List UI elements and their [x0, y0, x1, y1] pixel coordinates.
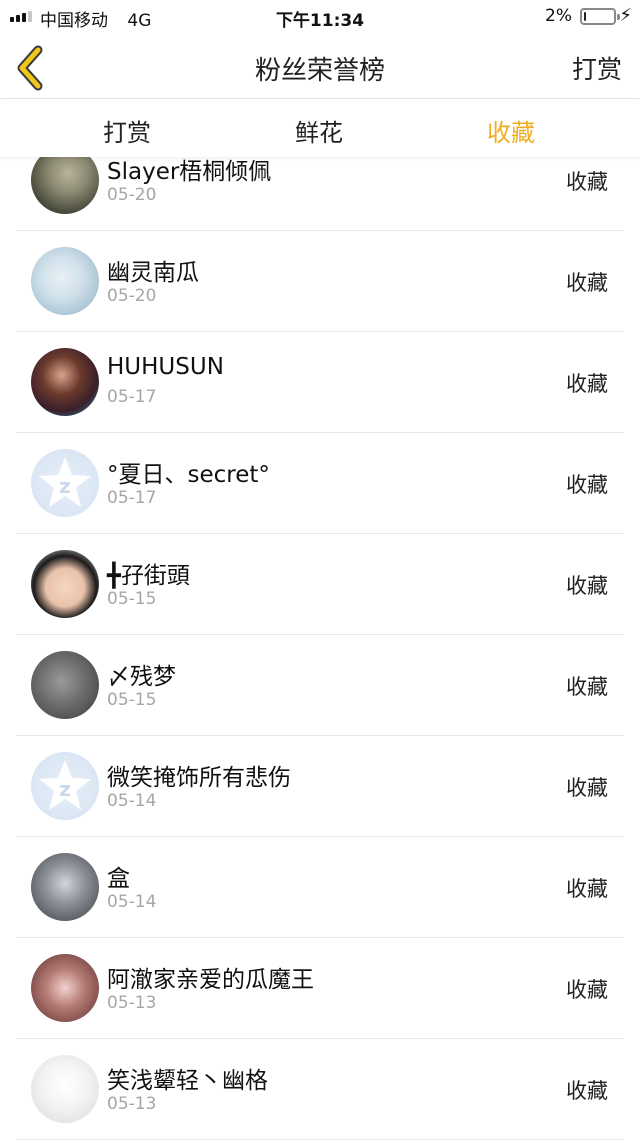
default-avatar-icon: z: [39, 457, 91, 507]
avatar[interactable]: [31, 954, 99, 1022]
fan-date: 05-14: [107, 791, 157, 811]
fan-row[interactable]: 〆残梦 05-15 收藏: [16, 635, 624, 736]
battery-level: [584, 12, 586, 21]
fan-row[interactable]: 笑浅颦轻丶幽格 05-13 收藏: [16, 1039, 624, 1140]
favorite-label: 收藏: [566, 675, 608, 699]
avatar[interactable]: [31, 550, 99, 618]
fan-date: 05-17: [107, 488, 157, 508]
tab-reward[interactable]: 打赏: [47, 113, 207, 148]
fan-row[interactable]: 幽灵南瓜 05-20 收藏: [16, 231, 624, 332]
reward-button[interactable]: 打赏: [572, 50, 622, 86]
favorite-label: 收藏: [566, 776, 608, 800]
avatar[interactable]: [31, 348, 99, 416]
page-title: 粉丝荣誉榜: [254, 56, 385, 86]
svg-text:z: z: [59, 474, 71, 498]
charging-icon: ⚡: [619, 5, 632, 26]
fan-name: 微笑掩饰所有悲伤: [107, 765, 291, 791]
fan-row[interactable]: z °夏日、secret° 05-17 收藏: [16, 433, 624, 534]
fan-name: °夏日、secret°: [107, 462, 270, 488]
tab-flowers[interactable]: 鲜花: [239, 113, 399, 148]
favorite-label: 收藏: [566, 271, 608, 295]
fan-date: 05-20: [107, 286, 157, 306]
fan-name: 阿澈家亲爱的瓜魔王: [107, 967, 314, 993]
fan-date: 05-17: [107, 387, 157, 407]
tab-bar: 打赏 鲜花 收藏: [0, 99, 640, 157]
fan-name: ╋孖街頭: [107, 563, 190, 589]
favorite-label: 收藏: [566, 372, 608, 396]
fan-date: 05-15: [107, 690, 157, 710]
fan-name: 盒: [107, 866, 130, 892]
favorite-label: 收藏: [566, 170, 608, 194]
fan-name: HUHUSUN: [107, 354, 224, 380]
fan-date: 05-20: [107, 185, 157, 205]
status-time: 下午11:34: [275, 11, 365, 31]
fan-name: 幽灵南瓜: [107, 260, 199, 286]
avatar[interactable]: [31, 247, 99, 315]
favorite-label: 收藏: [566, 574, 608, 598]
fan-row[interactable]: 阿澈家亲爱的瓜魔王 05-13 收藏: [16, 938, 624, 1039]
avatar[interactable]: [31, 651, 99, 719]
avatar[interactable]: z: [31, 449, 99, 517]
battery-icon: [580, 8, 620, 25]
fan-date: 05-13: [107, 1094, 157, 1114]
fan-date: 05-14: [107, 892, 157, 912]
tab-favorites[interactable]: 收藏: [431, 113, 591, 148]
avatar[interactable]: [31, 1055, 99, 1123]
favorite-label: 收藏: [566, 877, 608, 901]
fan-row[interactable]: HUHUSUN 05-17 收藏: [16, 332, 624, 433]
battery-percent: 2%: [545, 6, 572, 26]
fan-row[interactable]: ╋孖街頭 05-15 收藏: [16, 534, 624, 635]
fan-row[interactable]: z 微笑掩饰所有悲伤 05-14 收藏: [16, 736, 624, 837]
favorite-label: 收藏: [566, 473, 608, 497]
favorite-label: 收藏: [566, 978, 608, 1002]
avatar[interactable]: z: [31, 752, 99, 820]
nav-bar: 粉丝荣誉榜 打赏: [0, 34, 640, 99]
fan-list: Slayer梧桐倾佩 05-20 收藏 幽灵南瓜 05-20 收藏 HUHUSUN 05-17…: [0, 130, 640, 1140]
svg-text:z: z: [59, 777, 71, 801]
fan-name: 〆残梦: [107, 664, 176, 690]
favorite-label: 收藏: [566, 1079, 608, 1103]
fan-row[interactable]: 盒 05-14 收藏: [16, 837, 624, 938]
default-avatar-icon: z: [39, 760, 91, 810]
fan-date: 05-15: [107, 589, 157, 609]
status-bar: 中国移动 4G 下午11:34 2% ⚡: [0, 0, 640, 34]
fan-date: 05-13: [107, 993, 157, 1013]
fan-name: 笑浅颦轻丶幽格: [107, 1068, 268, 1094]
fan-name: Slayer梧桐倾佩: [107, 159, 272, 185]
avatar[interactable]: [31, 853, 99, 921]
